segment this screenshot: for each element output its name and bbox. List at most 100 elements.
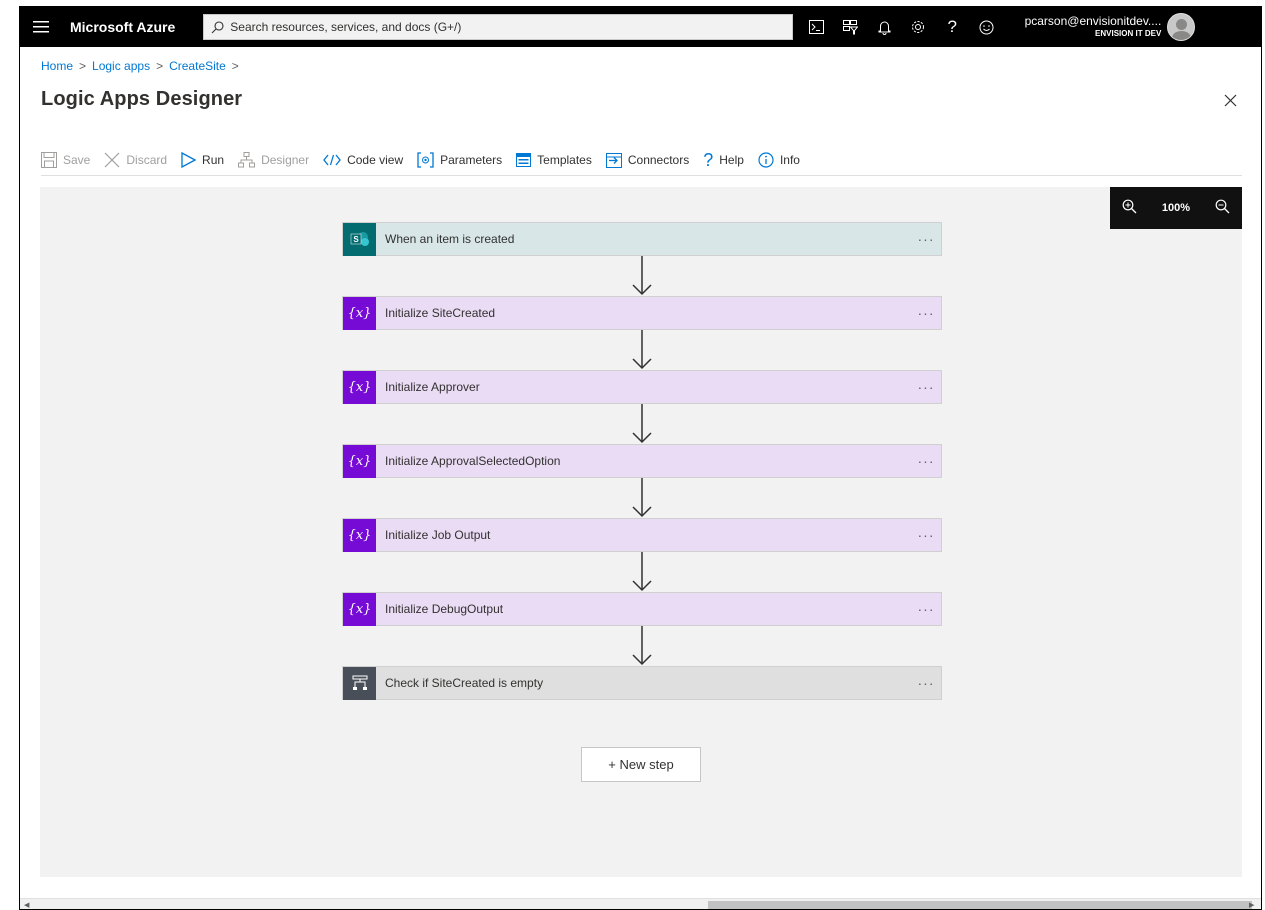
directory-filter-icon[interactable] [833, 7, 867, 47]
more-options-icon[interactable]: ··· [911, 379, 941, 395]
close-button[interactable] [1219, 89, 1241, 111]
zoom-level: 100% [1161, 202, 1191, 214]
designer-label: Designer [261, 153, 310, 167]
step-label: Initialize ApprovalSelectedOption [385, 454, 561, 468]
designer-button[interactable]: Designer [238, 152, 309, 168]
settings-icon[interactable] [901, 7, 935, 47]
connector-arrow [342, 404, 942, 444]
breadcrumb-createsite[interactable]: CreateSite [169, 59, 226, 73]
step-card-variable[interactable]: {x} Initialize Approver ··· [342, 370, 942, 404]
step-card-variable[interactable]: {x} Initialize ApprovalSelectedOption ··… [342, 444, 942, 478]
zoom-out-icon[interactable] [1215, 199, 1230, 217]
horizontal-scrollbar[interactable]: ◀ ▶ [20, 898, 1261, 909]
scroll-left-icon[interactable]: ◀ [24, 901, 32, 909]
scroll-right-icon[interactable]: ▶ [1249, 901, 1257, 909]
step-label: Check if SiteCreated is empty [385, 676, 544, 690]
global-search[interactable] [203, 14, 794, 40]
step-label: Initialize Approver [385, 380, 480, 394]
breadcrumb-separator: > [79, 59, 87, 73]
step-label: Initialize DebugOutput [385, 602, 504, 616]
parameters-label: Parameters [440, 153, 503, 167]
info-icon [758, 152, 774, 168]
account-menu[interactable]: pcarson@envisionitdev.... ENVISION IT DE… [1011, 14, 1162, 40]
more-options-icon[interactable]: ··· [911, 305, 941, 321]
templates-icon [516, 153, 532, 167]
avatar[interactable] [1167, 13, 1196, 41]
code-icon [323, 154, 341, 166]
connectors-icon [605, 152, 622, 168]
zoom-in-icon[interactable] [1122, 199, 1137, 217]
toolbar-divider [41, 175, 1242, 176]
connectors-label: Connectors [627, 153, 690, 167]
breadcrumb: Home > Logic apps > CreateSite > [41, 59, 245, 73]
save-button[interactable]: Save [41, 152, 90, 168]
brand-title[interactable]: Microsoft Azure [70, 19, 175, 35]
search-icon [204, 20, 230, 34]
workflow-steps: S When an item is created ··· {x} Initia… [342, 222, 942, 700]
variable-icon: {x} [343, 518, 376, 552]
feedback-icon[interactable] [969, 7, 1003, 47]
save-icon [41, 152, 57, 168]
step-card-variable[interactable]: {x} Initialize SiteCreated ··· [342, 296, 942, 330]
connectors-button[interactable]: Connectors [605, 152, 690, 168]
info-button[interactable]: Info [758, 152, 800, 168]
info-label: Info [779, 153, 800, 167]
breadcrumb-home[interactable]: Home [41, 59, 73, 73]
account-tenant: ENVISION IT DEV [1095, 29, 1162, 38]
more-options-icon[interactable]: ··· [911, 231, 941, 247]
step-card-variable[interactable]: {x} Initialize DebugOutput ··· [342, 592, 942, 626]
code-view-label: Code view [347, 153, 404, 167]
connector-arrow [342, 256, 942, 296]
step-label: Initialize SiteCreated [385, 306, 496, 320]
step-card-condition[interactable]: Check if SiteCreated is empty ··· [342, 666, 942, 700]
discard-icon [104, 152, 120, 168]
top-bar: Microsoft Azure ? [20, 7, 1261, 47]
help-question-icon: ? [703, 150, 714, 170]
variable-icon: {x} [343, 296, 376, 330]
run-label: Run [202, 153, 225, 167]
notifications-icon[interactable] [867, 7, 901, 47]
help-icon[interactable]: ? [935, 7, 969, 47]
more-options-icon[interactable]: ··· [911, 601, 941, 617]
more-options-icon[interactable]: ··· [911, 527, 941, 543]
connector-arrow [342, 478, 942, 518]
step-card-trigger[interactable]: S When an item is created ··· [342, 222, 942, 256]
close-icon [1224, 94, 1236, 106]
sharepoint-icon: S [343, 222, 376, 256]
templates-label: Templates [537, 153, 592, 167]
discard-button[interactable]: Discard [104, 152, 167, 168]
discard-label: Discard [126, 153, 168, 167]
menu-icon[interactable] [20, 7, 62, 47]
page-title: Logic Apps Designer [41, 88, 243, 110]
more-options-icon[interactable]: ··· [911, 675, 941, 691]
connector-arrow [342, 552, 942, 592]
variable-icon: {x} [343, 370, 376, 404]
run-button[interactable]: Run [181, 152, 224, 168]
save-label: Save [63, 153, 91, 167]
breadcrumb-separator: > [156, 59, 164, 73]
run-icon [181, 152, 197, 168]
breadcrumb-separator: > [231, 59, 239, 73]
step-card-variable[interactable]: {x} Initialize Job Output ··· [342, 518, 942, 552]
cloud-shell-icon[interactable] [799, 7, 833, 47]
designer-canvas[interactable]: 100% S When an item is created ··· {x} I… [40, 187, 1242, 877]
breadcrumb-logic-apps[interactable]: Logic apps [92, 59, 150, 73]
designer-icon [238, 152, 256, 168]
templates-button[interactable]: Templates [516, 153, 592, 167]
variable-icon: {x} [343, 592, 376, 626]
more-options-icon[interactable]: ··· [911, 453, 941, 469]
code-view-button[interactable]: Code view [323, 153, 403, 167]
step-label: Initialize Job Output [385, 528, 491, 542]
variable-icon: {x} [343, 444, 376, 478]
zoom-controls: 100% [1110, 187, 1242, 229]
help-button[interactable]: ? Help [703, 150, 744, 170]
svg-text:S: S [353, 235, 359, 244]
search-input[interactable] [230, 20, 771, 34]
new-step-button[interactable]: + New step [581, 747, 701, 782]
connector-arrow [342, 330, 942, 370]
scrollbar-thumb[interactable] [708, 901, 1252, 909]
step-label: When an item is created [385, 232, 515, 246]
top-icons: ? [799, 7, 1003, 47]
condition-icon [343, 666, 376, 700]
parameters-button[interactable]: Parameters [417, 152, 502, 168]
